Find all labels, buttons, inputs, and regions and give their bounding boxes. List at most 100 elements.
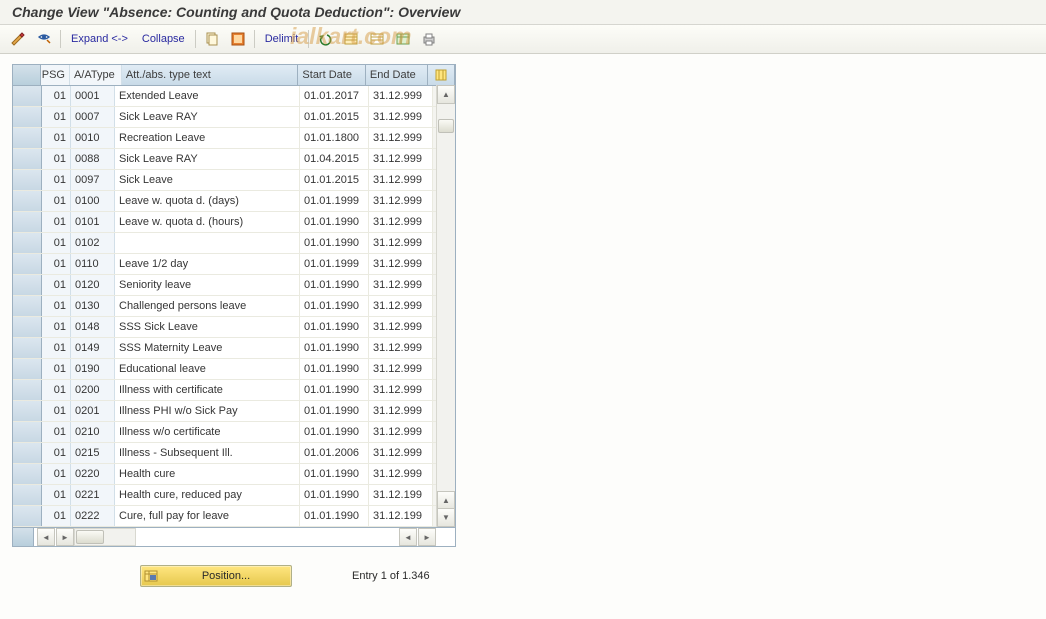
- cell-start[interactable]: 01.01.1990: [300, 233, 369, 253]
- row-selector[interactable]: [13, 485, 42, 505]
- cell-text[interactable]: SSS Sick Leave: [115, 317, 300, 337]
- cell-end[interactable]: 31.12.999: [369, 422, 433, 442]
- row-selector[interactable]: [13, 380, 42, 400]
- row-selector[interactable]: [13, 464, 42, 484]
- scroll-down-button[interactable]: ▼: [437, 508, 455, 527]
- cell-aatype[interactable]: 0100: [71, 191, 115, 211]
- row-selector[interactable]: [13, 422, 42, 442]
- row-selector[interactable]: [13, 107, 42, 127]
- cell-psg[interactable]: 01: [42, 254, 71, 274]
- cell-start[interactable]: 01.01.1999: [300, 191, 369, 211]
- cell-end[interactable]: 31.12.999: [369, 212, 433, 232]
- cell-text[interactable]: Cure, full pay for leave: [115, 506, 300, 526]
- cell-psg[interactable]: 01: [42, 338, 71, 358]
- cell-end[interactable]: 31.12.199: [369, 485, 433, 505]
- hscroll-left-button[interactable]: ◄: [37, 528, 55, 546]
- cell-psg[interactable]: 01: [42, 401, 71, 421]
- cell-aatype[interactable]: 0148: [71, 317, 115, 337]
- cell-text[interactable]: Leave 1/2 day: [115, 254, 300, 274]
- hscroll-left-button-2[interactable]: ◄: [399, 528, 417, 546]
- cell-start[interactable]: 01.01.1990: [300, 506, 369, 526]
- row-selector[interactable]: [13, 191, 42, 211]
- row-selector[interactable]: [13, 128, 42, 148]
- cell-text[interactable]: Illness w/o certificate: [115, 422, 300, 442]
- cell-end[interactable]: 31.12.999: [369, 107, 433, 127]
- cell-psg[interactable]: 01: [42, 422, 71, 442]
- cell-psg[interactable]: 01: [42, 464, 71, 484]
- row-selector[interactable]: [13, 359, 42, 379]
- hscroll-right-button[interactable]: ►: [56, 528, 74, 546]
- scroll-thumb[interactable]: [438, 119, 454, 133]
- cell-aatype[interactable]: 0001: [71, 86, 115, 106]
- cell-aatype[interactable]: 0190: [71, 359, 115, 379]
- col-header-end[interactable]: End Date: [366, 65, 429, 85]
- cell-text[interactable]: Health cure, reduced pay: [115, 485, 300, 505]
- cell-text[interactable]: Sick Leave: [115, 170, 300, 190]
- cell-text[interactable]: Sick Leave RAY: [115, 149, 300, 169]
- row-selector[interactable]: [13, 149, 42, 169]
- expand-button[interactable]: Expand <->: [65, 33, 134, 45]
- cell-start[interactable]: 01.01.1990: [300, 401, 369, 421]
- cell-text[interactable]: Recreation Leave: [115, 128, 300, 148]
- cell-psg[interactable]: 01: [42, 86, 71, 106]
- cell-end[interactable]: 31.12.999: [369, 317, 433, 337]
- cell-start[interactable]: 01.01.2017: [300, 86, 369, 106]
- cell-start[interactable]: 01.01.1999: [300, 254, 369, 274]
- other-view-button[interactable]: [32, 28, 56, 50]
- cell-start[interactable]: 01.01.1990: [300, 380, 369, 400]
- undo-button[interactable]: [313, 28, 337, 50]
- cell-aatype[interactable]: 0200: [71, 380, 115, 400]
- cell-psg[interactable]: 01: [42, 380, 71, 400]
- cell-aatype[interactable]: 0088: [71, 149, 115, 169]
- cell-start[interactable]: 01.01.1800: [300, 128, 369, 148]
- cell-aatype[interactable]: 0010: [71, 128, 115, 148]
- row-selector[interactable]: [13, 254, 42, 274]
- cell-psg[interactable]: 01: [42, 170, 71, 190]
- cell-end[interactable]: 31.12.999: [369, 401, 433, 421]
- cell-text[interactable]: Illness with certificate: [115, 380, 300, 400]
- row-selector[interactable]: [13, 275, 42, 295]
- cell-end[interactable]: 31.12.999: [369, 149, 433, 169]
- cell-end[interactable]: 31.12.199: [369, 506, 433, 526]
- cell-text[interactable]: Leave w. quota d. (hours): [115, 212, 300, 232]
- cell-end[interactable]: 31.12.999: [369, 128, 433, 148]
- cell-text[interactable]: Health cure: [115, 464, 300, 484]
- row-selector[interactable]: [13, 401, 42, 421]
- select-all-button[interactable]: [226, 28, 250, 50]
- row-selector[interactable]: [13, 443, 42, 463]
- cell-aatype[interactable]: 0101: [71, 212, 115, 232]
- cell-end[interactable]: 31.12.999: [369, 233, 433, 253]
- vertical-scrollbar[interactable]: ▲ ▲ ▼: [436, 85, 455, 527]
- cell-psg[interactable]: 01: [42, 233, 71, 253]
- scroll-up-button[interactable]: ▲: [437, 85, 455, 104]
- cell-aatype[interactable]: 0130: [71, 296, 115, 316]
- configure-columns-button[interactable]: [428, 65, 455, 85]
- cell-aatype[interactable]: 0149: [71, 338, 115, 358]
- cell-aatype[interactable]: 0201: [71, 401, 115, 421]
- row-selector[interactable]: [13, 296, 42, 316]
- cell-start[interactable]: 01.01.1990: [300, 359, 369, 379]
- cell-start[interactable]: 01.01.2006: [300, 443, 369, 463]
- table-settings-button[interactable]: [391, 28, 415, 50]
- cell-text[interactable]: Illness PHI w/o Sick Pay: [115, 401, 300, 421]
- cell-start[interactable]: 01.01.1990: [300, 422, 369, 442]
- hscroll-right-button-2[interactable]: ►: [418, 528, 436, 546]
- cell-aatype[interactable]: 0222: [71, 506, 115, 526]
- cell-end[interactable]: 31.12.999: [369, 380, 433, 400]
- cell-text[interactable]: SSS Maternity Leave: [115, 338, 300, 358]
- print-button[interactable]: [417, 28, 441, 50]
- cell-aatype[interactable]: 0097: [71, 170, 115, 190]
- deselect-all-button[interactable]: [365, 28, 389, 50]
- cell-aatype[interactable]: 0007: [71, 107, 115, 127]
- cell-psg[interactable]: 01: [42, 443, 71, 463]
- cell-psg[interactable]: 01: [42, 485, 71, 505]
- cell-end[interactable]: 31.12.999: [369, 296, 433, 316]
- cell-start[interactable]: 01.01.1990: [300, 485, 369, 505]
- col-header-text[interactable]: Att./abs. type text: [122, 65, 299, 85]
- cell-start[interactable]: 01.04.2015: [300, 149, 369, 169]
- cell-start[interactable]: 01.01.1990: [300, 464, 369, 484]
- cell-end[interactable]: 31.12.999: [369, 254, 433, 274]
- cell-end[interactable]: 31.12.999: [369, 275, 433, 295]
- cell-aatype[interactable]: 0102: [71, 233, 115, 253]
- cell-end[interactable]: 31.12.999: [369, 86, 433, 106]
